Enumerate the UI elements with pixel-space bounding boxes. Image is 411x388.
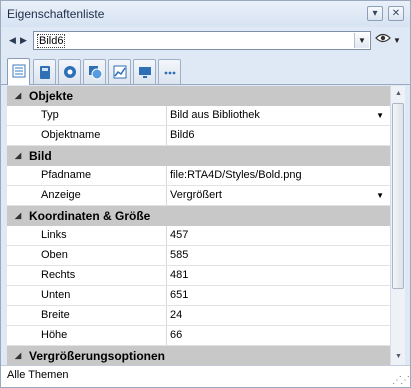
section-koordinaten[interactable]: ◢ Koordinaten & Größe: [7, 206, 390, 226]
theme-filter-label[interactable]: Alle Themen: [7, 369, 69, 381]
property-row-unten[interactable]: Unten 651: [7, 286, 390, 306]
list-icon: [12, 64, 26, 78]
section-label: Objekte: [29, 89, 74, 103]
chevron-down-icon[interactable]: ▼: [354, 33, 369, 48]
collapse-icon[interactable]: ◢: [15, 146, 21, 166]
object-selector[interactable]: Bild6 ▼: [33, 31, 371, 50]
close-icon[interactable]: ✕: [388, 6, 404, 21]
scrollbar-thumb[interactable]: [392, 103, 404, 289]
property-name: Typ: [7, 106, 167, 125]
property-row-typ[interactable]: Typ Bild aus Bibliothek ▼: [7, 106, 390, 126]
property-row-rechts[interactable]: Rechts 481: [7, 266, 390, 286]
property-name: Rechts: [7, 266, 167, 285]
object-icon: [40, 66, 50, 79]
property-name: Unten: [7, 286, 167, 305]
arrow-left-icon[interactable]: ◀: [9, 35, 16, 46]
property-row-oben[interactable]: Oben 585: [7, 246, 390, 266]
dropdown-arrow-icon[interactable]: ▼: [376, 186, 384, 205]
property-value[interactable]: 481: [168, 266, 390, 285]
property-value[interactable]: Vergrößert: [168, 186, 390, 205]
section-label: Bild: [29, 149, 52, 163]
gear-icon: [64, 66, 76, 78]
object-toolbar: ◀ ▶ Bild6 ▼ ▼: [1, 29, 410, 53]
property-row-anzeige[interactable]: Anzeige Vergrößert ▼: [7, 186, 390, 206]
selected-object-value: Bild6: [37, 34, 66, 48]
section-objekte[interactable]: ◢ Objekte: [7, 86, 390, 106]
section-vergroesserung[interactable]: ◢ Vergrößerungsoptionen: [7, 346, 390, 365]
property-row-hoehe[interactable]: Höhe 66: [7, 326, 390, 346]
vertical-scrollbar[interactable]: ▲ ▼: [390, 86, 405, 365]
tab-chart[interactable]: [108, 59, 131, 84]
scroll-up-icon[interactable]: ▲: [391, 86, 406, 101]
property-name: Oben: [7, 246, 167, 265]
tab-settings[interactable]: [58, 59, 81, 84]
more-icon: [164, 71, 176, 75]
property-name: Objektname: [7, 126, 167, 145]
property-value[interactable]: 24: [168, 306, 390, 325]
property-value[interactable]: 457: [168, 226, 390, 245]
property-value[interactable]: 585: [168, 246, 390, 265]
property-value[interactable]: 66: [168, 326, 390, 345]
tab-more[interactable]: [158, 59, 181, 84]
resize-grip-icon[interactable]: ⋰⋰: [392, 375, 410, 386]
property-value[interactable]: 651: [168, 286, 390, 305]
property-row-objektname[interactable]: Objektname Bild6: [7, 126, 390, 146]
collapse-icon[interactable]: ◢: [15, 206, 21, 226]
chart-icon: [113, 65, 127, 79]
collapse-icon[interactable]: ◢: [15, 86, 21, 106]
property-name: Breite: [7, 306, 167, 325]
property-row-links[interactable]: Links 457: [7, 226, 390, 246]
property-value[interactable]: Bild aus Bibliothek: [168, 106, 390, 125]
shapes-icon: [89, 66, 103, 80]
tab-shapes[interactable]: [83, 59, 106, 84]
window-title: Eigenschaftenliste: [7, 7, 105, 21]
tab-list[interactable]: [7, 58, 30, 85]
title-bar: Eigenschaftenliste ▾ ✕: [1, 1, 410, 27]
section-label: Vergrößerungsoptionen: [29, 349, 166, 363]
arrow-right-icon[interactable]: ▶: [20, 35, 27, 46]
eye-icon[interactable]: [375, 32, 391, 48]
property-tabs: [1, 55, 410, 85]
eye-dropdown-icon[interactable]: ▼: [393, 36, 401, 45]
property-list-window: Eigenschaftenliste ▾ ✕ ◀ ▶ Bild6 ▼ ▼ ◢ O…: [0, 0, 411, 388]
property-name: Anzeige: [7, 186, 167, 205]
property-row-breite[interactable]: Breite 24: [7, 306, 390, 326]
property-name: Höhe: [7, 326, 167, 345]
section-label: Koordinaten & Größe: [29, 209, 151, 223]
scroll-down-icon[interactable]: ▼: [391, 349, 406, 364]
tab-object[interactable]: [33, 59, 56, 84]
monitor-icon: [139, 67, 151, 78]
property-value[interactable]: Bild6: [168, 126, 390, 145]
property-name: Pfadname: [7, 166, 167, 185]
dropdown-arrow-icon[interactable]: ▼: [376, 106, 384, 125]
pin-icon[interactable]: ▾: [367, 6, 383, 21]
status-bar: Alle Themen ⋰⋰: [1, 365, 410, 387]
property-row-pfadname[interactable]: Pfadname file:RTA4D/Styles/Bold.png: [7, 166, 390, 186]
property-value[interactable]: file:RTA4D/Styles/Bold.png: [168, 166, 390, 185]
section-bild[interactable]: ◢ Bild: [7, 146, 390, 166]
tab-display[interactable]: [133, 59, 156, 84]
property-name: Links: [7, 226, 167, 245]
collapse-icon[interactable]: ◢: [15, 346, 21, 365]
property-grid: ◢ Objekte Typ Bild aus Bibliothek ▼ Obje…: [7, 86, 390, 365]
